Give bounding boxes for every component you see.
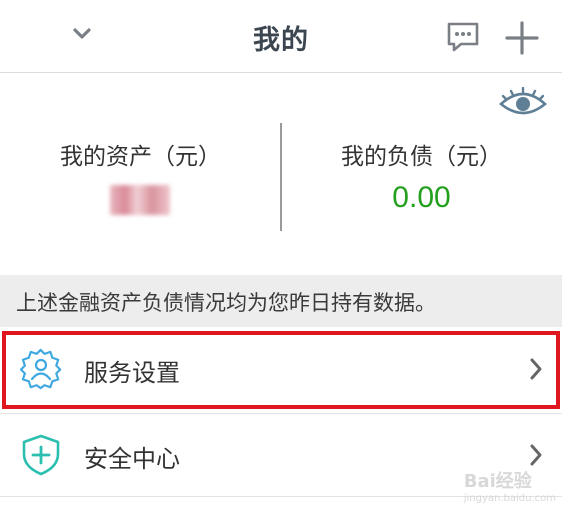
- gear-user-icon: [20, 348, 62, 390]
- watermark-sub: jingyan.baidu.com: [463, 493, 556, 504]
- menu-item-service-settings[interactable]: 服务设置: [0, 331, 562, 409]
- debt-label: 我的负债（元）: [341, 144, 502, 170]
- data-notice: 上述金融资产负债情况均为您昨日持有数据。: [0, 275, 562, 327]
- chevron-right-icon: [530, 358, 542, 380]
- eye-icon[interactable]: [497, 87, 549, 119]
- assets-summary-panel: 我的资产（元） 我的负债（元） 0.00: [0, 73, 562, 275]
- plus-icon[interactable]: [504, 20, 540, 56]
- notice-text: 上述金融资产负债情况均为您昨日持有数据。: [16, 291, 436, 315]
- message-icon[interactable]: [446, 21, 480, 53]
- top-nav-bar: 我的: [0, 0, 562, 73]
- chevron-right-icon: [530, 444, 542, 466]
- menu-item-label: 服务设置: [84, 359, 180, 387]
- watermark: Bai经验 jingyan.baidu.com: [464, 467, 556, 504]
- assets-label: 我的资产（元）: [60, 144, 221, 170]
- watermark-text: Bai经验: [463, 471, 532, 492]
- shield-plus-icon: [22, 434, 60, 476]
- row-divider: [0, 413, 562, 414]
- assets-value-obscured: [110, 185, 170, 215]
- debt-value: 0.00: [392, 181, 451, 214]
- menu-item-label: 安全中心: [84, 445, 180, 473]
